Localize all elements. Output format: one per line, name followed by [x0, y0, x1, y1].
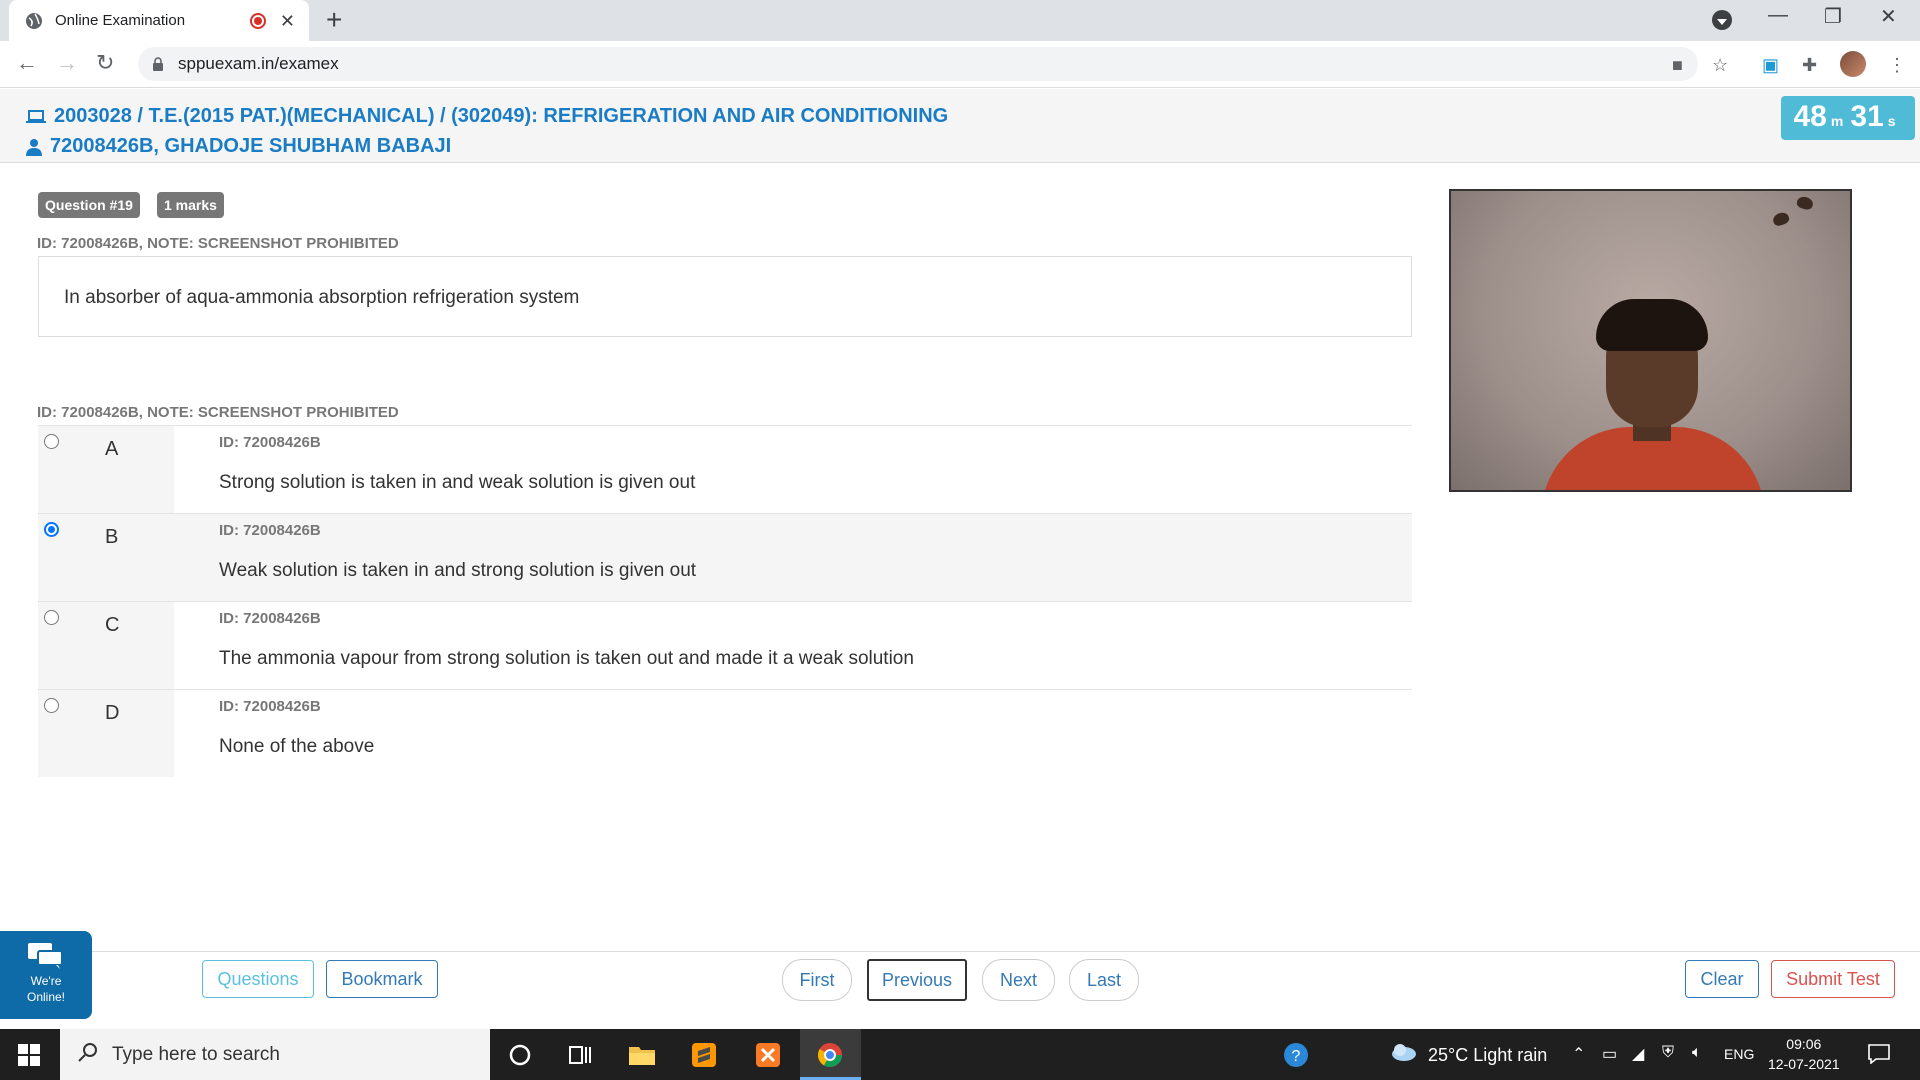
camera-in-use-icon[interactable]: ■ — [1672, 55, 1683, 75]
address-bar: ← → ↻ sppuexam.in/examex ■ ☆ ▣ ✚ ⋮ — [0, 41, 1920, 88]
cloud-rain-icon — [1390, 1043, 1418, 1068]
option-b-radio[interactable] — [44, 522, 59, 537]
options-note: ID: 72008426B, NOTE: SCREENSHOT PROHIBIT… — [37, 404, 399, 421]
back-icon[interactable]: ← — [16, 51, 38, 75]
student-name: 72008426B, GHADOJE SHUBHAM BABAJI — [26, 135, 451, 158]
butterfly-decor — [1795, 195, 1815, 211]
option-text: None of the above — [219, 736, 375, 757]
marks-badge: 1 marks — [157, 192, 224, 218]
option-c[interactable]: C ID: 72008426B The ammonia vapour from … — [38, 601, 1412, 689]
option-d-radio[interactable] — [44, 698, 59, 713]
person-hair — [1596, 299, 1708, 351]
question-note: ID: 72008426B, NOTE: SCREENSHOT PROHIBIT… — [37, 235, 399, 252]
security-icon[interactable]: ⛨ — [1662, 1044, 1674, 1062]
forward-icon[interactable]: → — [56, 51, 78, 75]
chrome-icon — [816, 1041, 844, 1069]
bookmark-button[interactable]: Bookmark — [326, 960, 438, 998]
profile-avatar[interactable] — [1840, 51, 1866, 77]
chat-icon — [28, 943, 64, 969]
next-button[interactable]: Next — [982, 959, 1055, 1001]
previous-button[interactable]: Previous — [867, 959, 967, 1001]
cortana-icon[interactable] — [506, 1041, 534, 1069]
battery-icon[interactable]: ▭ — [1602, 1044, 1617, 1064]
system-clock[interactable]: 09:06 12-07-2021 — [1768, 1034, 1840, 1074]
globe-icon — [25, 12, 43, 30]
file-explorer-icon[interactable] — [628, 1041, 656, 1069]
recording-icon — [249, 12, 266, 29]
clear-button[interactable]: Clear — [1685, 960, 1759, 998]
windows-taskbar: Type here to search ? 25°C Light rain ⌃ … — [0, 1029, 1920, 1080]
option-a-radio[interactable] — [44, 434, 59, 449]
url-text: sppuexam.in/examex — [178, 54, 339, 73]
minimize-icon[interactable]: — — [1768, 4, 1788, 27]
option-b[interactable]: B ID: 72008426B Weak solution is taken i… — [38, 513, 1412, 601]
option-id: ID: 72008426B — [219, 610, 321, 627]
option-letter: D — [105, 702, 120, 724]
tab-title: Online Examination — [55, 12, 186, 29]
svg-text:?: ? — [1292, 1048, 1301, 1065]
network-icon[interactable]: ◢ — [1632, 1044, 1644, 1064]
option-id: ID: 72008426B — [219, 522, 321, 539]
bookmark-star-icon[interactable]: ☆ — [1712, 55, 1728, 75]
option-text: Weak solution is taken in and strong sol… — [219, 560, 697, 581]
option-letter: A — [105, 438, 119, 460]
search-placeholder: Type here to search — [112, 1043, 280, 1065]
tray-chevron-icon[interactable]: ⌃ — [1572, 1044, 1585, 1064]
laptop-icon — [26, 109, 46, 125]
windows-start-icon[interactable] — [18, 1044, 40, 1066]
url-input[interactable]: sppuexam.in/examex — [138, 47, 1698, 81]
option-id: ID: 72008426B — [219, 434, 321, 451]
chrome-taskbar-button[interactable] — [800, 1029, 861, 1080]
reload-icon[interactable]: ↻ — [96, 51, 114, 75]
extension-icon[interactable]: ▣ — [1762, 55, 1779, 75]
questions-button[interactable]: Questions — [202, 960, 314, 998]
option-text: The ammonia vapour from strong solution … — [219, 648, 914, 669]
weather-widget[interactable]: 25°C Light rain — [1390, 1043, 1547, 1068]
option-id: ID: 72008426B — [219, 698, 321, 715]
option-letter: B — [105, 526, 119, 548]
task-view-icon[interactable] — [566, 1041, 594, 1069]
exam-header: 2003028 / T.E.(2015 PAT.)(MECHANICAL) / … — [0, 89, 1920, 163]
countdown-timer: 48 m 31 s — [1781, 96, 1915, 140]
language-indicator[interactable]: ENG — [1724, 1046, 1754, 1062]
browser-tab[interactable]: Online Examination ✕ — [9, 0, 309, 41]
close-tab-icon[interactable]: ✕ — [280, 12, 295, 30]
option-letter: C — [105, 614, 120, 636]
option-text: Strong solution is taken in and weak sol… — [219, 472, 696, 493]
question-text: In absorber of aqua-ammonia absorption r… — [38, 256, 1412, 337]
restore-icon[interactable]: ❐ — [1824, 4, 1842, 29]
option-d[interactable]: D ID: 72008426B None of the above — [38, 689, 1412, 777]
lock-icon — [152, 57, 164, 71]
taskbar-search-input[interactable]: Type here to search — [60, 1029, 490, 1080]
last-button[interactable]: Last — [1069, 959, 1139, 1001]
close-window-icon[interactable]: ✕ — [1880, 4, 1897, 29]
webcam-preview — [1449, 189, 1852, 492]
puzzle-icon[interactable]: ✚ — [1802, 55, 1817, 75]
tab-search-icon[interactable] — [1712, 10, 1732, 30]
course-title: 2003028 / T.E.(2015 PAT.)(MECHANICAL) / … — [26, 105, 948, 128]
new-tab-button[interactable]: + — [326, 6, 342, 34]
volume-icon[interactable]: 🔈︎ — [1692, 1044, 1702, 1062]
option-a[interactable]: A ID: 72008426B Strong solution is taken… — [38, 425, 1412, 513]
user-icon — [26, 138, 42, 156]
xampp-icon[interactable] — [754, 1041, 782, 1069]
options-list: A ID: 72008426B Strong solution is taken… — [38, 425, 1412, 777]
exam-toolbar: Questions Bookmark First Previous Next L… — [0, 951, 1920, 1029]
question-number-badge: Question #19 — [38, 192, 140, 218]
chat-widget[interactable]: We're Online! — [0, 931, 92, 1019]
option-c-radio[interactable] — [44, 610, 59, 625]
butterfly-decor — [1771, 210, 1791, 228]
help-icon[interactable]: ? — [1282, 1041, 1310, 1069]
sublime-text-icon[interactable] — [690, 1041, 718, 1069]
submit-test-button[interactable]: Submit Test — [1771, 960, 1895, 998]
menu-icon[interactable]: ⋮ — [1888, 55, 1906, 75]
first-button[interactable]: First — [782, 959, 852, 1001]
browser-tab-bar: Online Examination ✕ + — ❐ ✕ — [0, 0, 1920, 41]
notification-icon[interactable] — [1868, 1044, 1890, 1069]
search-icon — [78, 1042, 98, 1067]
